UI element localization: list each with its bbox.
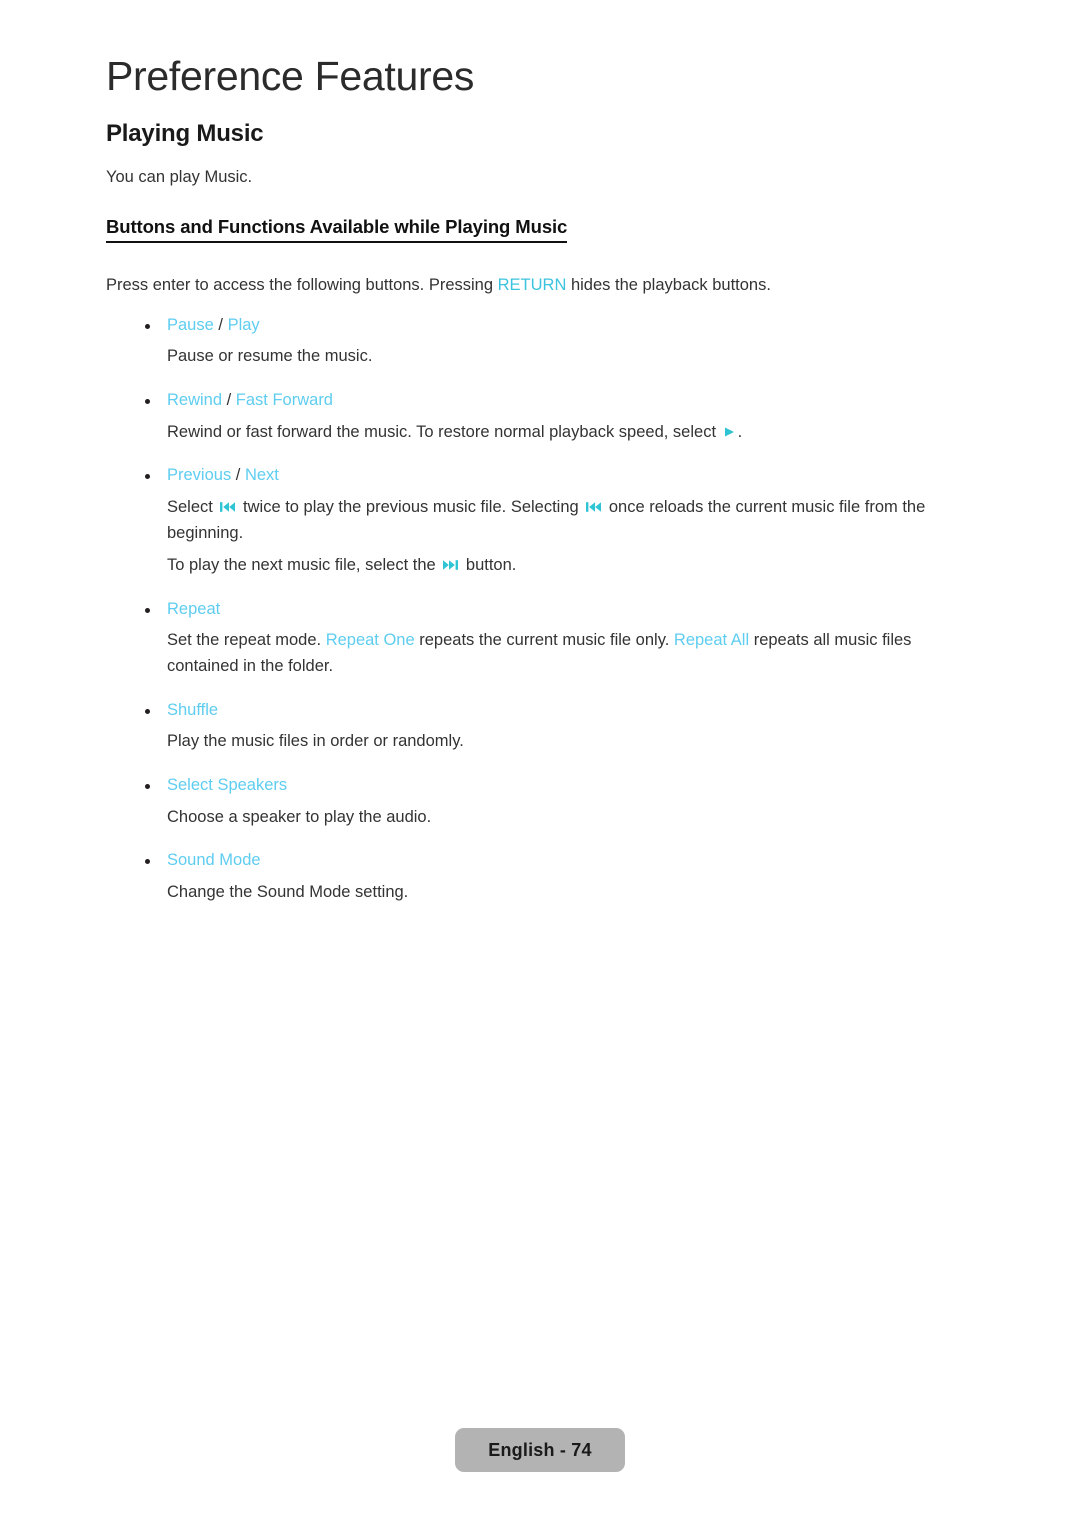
term-select-speakers: Select Speakers (167, 775, 288, 794)
skip-forward-icon (442, 559, 459, 571)
section-heading: Playing Music (106, 120, 264, 148)
list-item: Previous / Next Select twice to play the… (106, 463, 986, 578)
subsection-heading: Buttons and Functions Available while Pl… (106, 216, 567, 244)
term-next: Next (244, 466, 279, 485)
term-separator: / (213, 315, 228, 334)
term-previous: Previous (167, 466, 232, 485)
page-number-badge: English - 74 (455, 1428, 625, 1472)
page-content: Preference Features Playing Music You ca… (106, 54, 986, 923)
desc-text-after: button. (461, 556, 517, 575)
desc-text-before: Set the repeat mode. (167, 631, 326, 650)
list-item: Repeat Set the repeat mode. Repeat One r… (106, 597, 986, 680)
skip-back-icon (219, 501, 236, 513)
term-repeat-all: Repeat All (673, 631, 750, 650)
subsection-heading-wrap: Buttons and Functions Available while Pl… (106, 216, 986, 257)
term-pause: Pause (167, 315, 214, 334)
button-term-pause-play: Pause / Play (106, 313, 986, 338)
desc-text-mid: twice to play the previous music file. S… (238, 497, 584, 516)
button-desc-next: To play the next music file, select the … (106, 553, 986, 579)
term-sound-mode: Sound Mode (167, 851, 261, 870)
term-separator: / (222, 390, 236, 409)
button-term-rewind-fastforward: Rewind / Fast Forward (106, 388, 986, 413)
term-shuffle: Shuffle (167, 700, 219, 719)
button-desc-repeat: Set the repeat mode. Repeat One repeats … (106, 628, 986, 679)
list-item: Shuffle Play the music files in order or… (106, 698, 986, 755)
lead-text-after: hides the playback buttons. (566, 276, 771, 295)
chapter-title: Preference Features (106, 53, 475, 99)
list-item: Pause / Play Pause or resume the music. (106, 313, 986, 370)
term-repeat: Repeat (167, 599, 221, 618)
button-desc-select-speakers: Choose a speaker to play the audio. (167, 807, 432, 826)
section-intro-text: You can play Music. (106, 168, 253, 187)
button-term-previous-next: Previous / Next (106, 463, 986, 488)
button-term-shuffle: Shuffle (106, 698, 986, 723)
desc-text-before: Select (167, 497, 218, 516)
term-repeat-one: Repeat One (325, 631, 415, 650)
term-fast-forward: Fast Forward (235, 390, 333, 409)
desc-text-after: . (737, 422, 743, 441)
button-term-repeat: Repeat (106, 597, 986, 622)
button-desc-shuffle: Play the music files in order or randoml… (167, 732, 464, 751)
button-term-sound-mode: Sound Mode (106, 848, 986, 873)
button-desc-rewind-fastforward: Rewind or fast forward the music. To res… (106, 420, 986, 446)
list-item: Select Speakers Choose a speaker to play… (106, 773, 986, 830)
return-key-label: RETURN (497, 276, 567, 295)
button-function-list: Pause / Play Pause or resume the music. … (106, 313, 986, 906)
play-icon (723, 426, 736, 438)
button-desc-previous: Select twice to play the previous music … (106, 495, 986, 546)
term-rewind: Rewind (167, 390, 223, 409)
button-desc-pause-play: Pause or resume the music. (167, 347, 373, 366)
document-page: Preference Features Playing Music You ca… (0, 0, 1080, 1519)
list-item: Sound Mode Change the Sound Mode setting… (106, 848, 986, 905)
desc-text-before: To play the next music file, select the (167, 556, 441, 575)
subsection-lead-text: Press enter to access the following butt… (106, 273, 986, 299)
term-separator: / (231, 466, 245, 485)
list-item: Rewind / Fast Forward Rewind or fast for… (106, 388, 986, 445)
button-term-select-speakers: Select Speakers (106, 773, 986, 798)
lead-text-before: Press enter to access the following butt… (106, 276, 498, 295)
term-play: Play (227, 315, 260, 334)
desc-text-mid: repeats the current music file only. (414, 631, 674, 650)
skip-back-icon (585, 501, 602, 513)
button-desc-sound-mode: Change the Sound Mode setting. (167, 882, 409, 901)
desc-text-before: Rewind or fast forward the music. To res… (167, 422, 721, 441)
